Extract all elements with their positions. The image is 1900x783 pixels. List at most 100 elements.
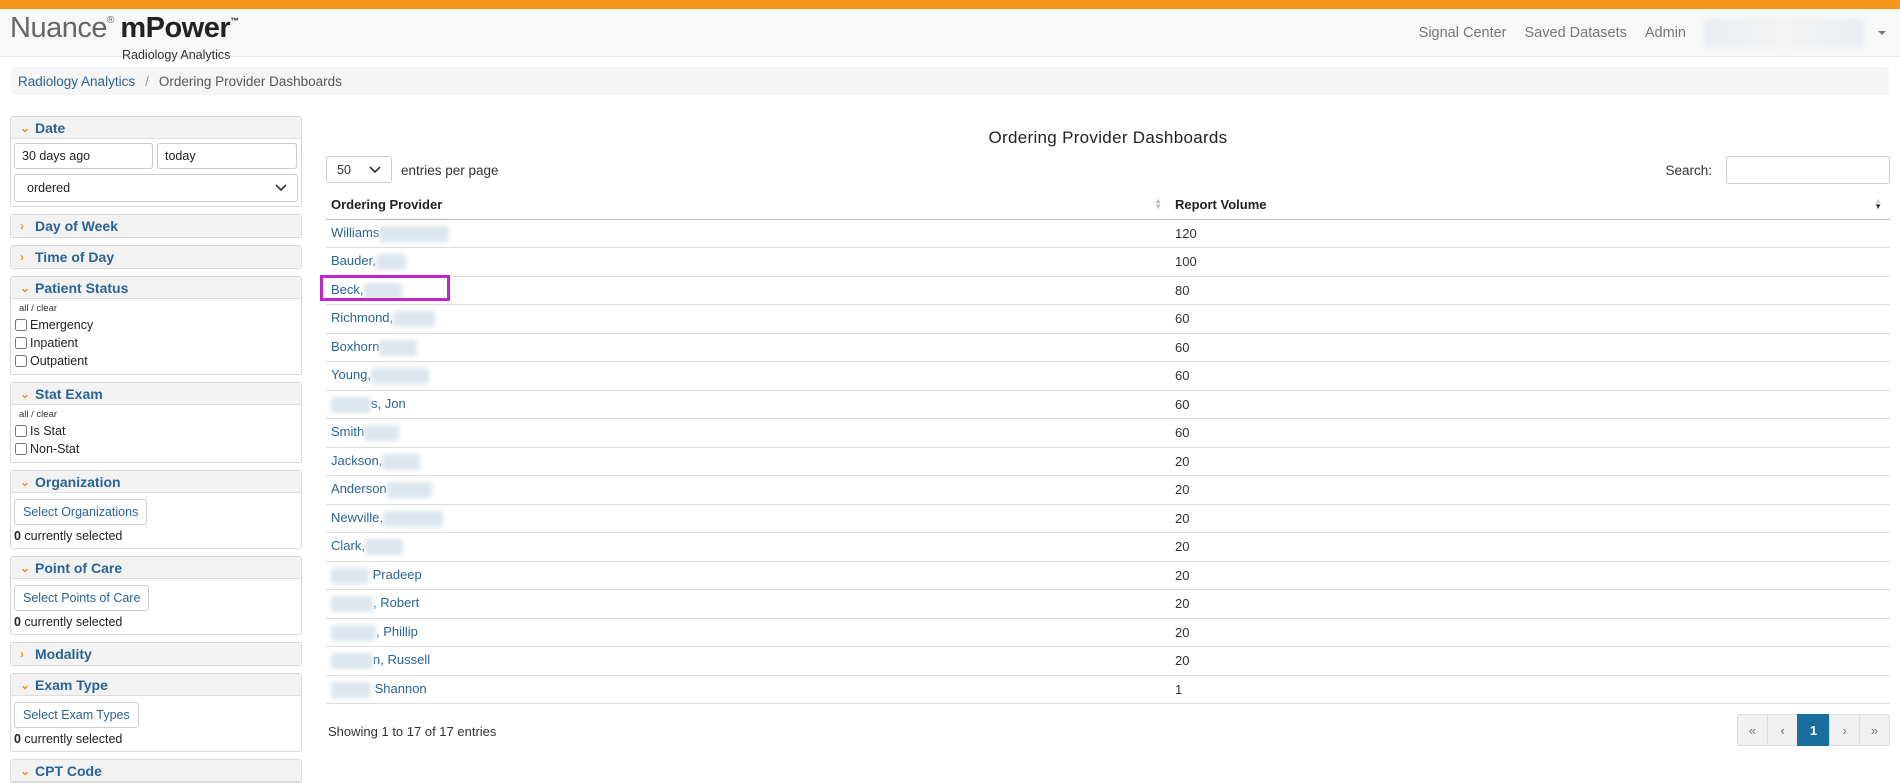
all-clear-links[interactable]: all / clear <box>14 303 298 314</box>
chevron-down-icon: ⌄ <box>20 763 31 778</box>
filter-time-of-day-header[interactable]: › Time of Day <box>11 246 301 268</box>
table-row: Pradeep 20 <box>326 561 1890 590</box>
page-prev-button[interactable]: ‹ <box>1767 714 1798 746</box>
provider-link[interactable]: Williams <box>331 225 450 242</box>
redacted-text <box>379 339 418 356</box>
filter-organization-header[interactable]: ⌄ Organization <box>11 471 301 493</box>
filter-cpt-code: ⌄ CPT Code <box>10 759 302 783</box>
provider-link[interactable]: Clark, <box>331 538 403 556</box>
checkbox[interactable] <box>15 443 27 455</box>
cell-provider: Boxhorn <box>326 333 1170 362</box>
provider-link[interactable]: , Phillip <box>331 623 418 641</box>
provider-link[interactable]: , Robert <box>331 595 419 613</box>
provider-link[interactable]: Smith <box>331 424 400 442</box>
count-label: currently selected <box>20 615 123 629</box>
count-label: currently selected <box>20 732 123 746</box>
filter-modality-header[interactable]: › Modality <box>11 643 301 665</box>
checkbox[interactable] <box>15 355 27 367</box>
brand-product: mPower <box>120 12 231 44</box>
filter-title: Point of Care <box>35 559 123 576</box>
filter-patient-status-header[interactable]: ⌄ Patient Status <box>11 277 301 299</box>
filter-point-of-care: ⌄ Point of Care Select Points of Care 0 c… <box>10 556 302 635</box>
select-points-of-care-button[interactable]: Select Points of Care <box>14 585 150 611</box>
brand-subtitle: Radiology Analytics <box>122 48 231 62</box>
nav-saved-datasets[interactable]: Saved Datasets <box>1525 25 1627 41</box>
filter-time-of-day[interactable]: › Time of Day <box>10 245 302 269</box>
all-clear-links[interactable]: all / clear <box>14 409 298 420</box>
filter-cpt-code-header[interactable]: ⌄ CPT Code <box>11 760 301 782</box>
pagination: « ‹ 1 › » <box>1737 714 1890 746</box>
nav-signal-center[interactable]: Signal Center <box>1419 25 1507 41</box>
page-last-button[interactable]: » <box>1859 714 1890 746</box>
checkbox-outpatient[interactable]: Outpatient <box>14 352 298 370</box>
cell-provider: , Phillip <box>326 618 1170 647</box>
provider-link[interactable]: Beck, <box>320 274 450 301</box>
checkbox-is-stat[interactable]: Is Stat <box>14 422 298 440</box>
checkbox[interactable] <box>15 425 27 437</box>
filter-stat-exam-header[interactable]: ⌄ Stat Exam <box>11 383 301 405</box>
column-header-report-volume[interactable]: Report Volume ▲ ▼ <box>1170 190 1890 220</box>
page-next-button[interactable]: › <box>1829 714 1860 746</box>
provider-link[interactable]: Newville, <box>331 510 444 527</box>
table-row: s, Jon 60 <box>326 390 1890 419</box>
breadcrumb-root[interactable]: Radiology Analytics <box>18 74 135 89</box>
provider-link[interactable]: Anderson <box>331 481 432 499</box>
filter-exam-type-header[interactable]: ⌄ Exam Type <box>11 674 301 696</box>
search-input[interactable] <box>1726 156 1890 184</box>
select-organizations-button[interactable]: Select Organizations <box>14 499 148 525</box>
table-footer: Showing 1 to 17 of 17 entries « ‹ 1 › » <box>326 704 1890 746</box>
provider-link[interactable]: n, Russell <box>331 652 431 670</box>
filter-patient-status: ⌄ Patient Status all / clear Emergency In… <box>10 276 302 375</box>
provider-link[interactable]: Jackson, <box>331 452 421 470</box>
nav-admin[interactable]: Admin <box>1645 25 1686 41</box>
user-menu[interactable] <box>1704 18 1864 48</box>
provider-name: , Phillip <box>376 623 418 639</box>
provider-name: n, Russell <box>373 652 431 668</box>
checkbox[interactable] <box>15 319 27 331</box>
provider-link[interactable]: Richmond, <box>331 310 436 328</box>
filter-modality[interactable]: › Modality <box>10 642 302 666</box>
provider-link[interactable]: Shannon <box>331 680 427 698</box>
provider-link[interactable]: s, Jon <box>331 395 406 413</box>
select-exam-types-button[interactable]: Select Exam Types <box>14 702 139 728</box>
date-to-input[interactable] <box>157 143 297 169</box>
provider-link[interactable]: Pradeep <box>331 567 422 584</box>
filter-day-of-week[interactable]: › Day of Week <box>10 214 302 238</box>
provider-name: Shannon <box>371 680 427 696</box>
cell-report-volume: 20 <box>1170 589 1890 619</box>
filter-point-of-care-header[interactable]: ⌄ Point of Care <box>11 557 301 579</box>
page-first-button[interactable]: « <box>1737 714 1768 746</box>
redacted-text <box>364 425 400 442</box>
cell-report-volume: 60 <box>1170 418 1890 448</box>
date-from-input[interactable] <box>14 143 153 169</box>
redacted-text <box>331 567 369 584</box>
provider-link[interactable]: Young, <box>331 367 430 385</box>
provider-name: s, Jon <box>371 395 406 411</box>
date-mode-select[interactable]: ordered <box>14 174 298 202</box>
redacted-text <box>375 254 406 271</box>
redacted-text <box>331 596 373 613</box>
filter-date-header[interactable]: ⌄ Date <box>11 117 301 139</box>
checkbox[interactable] <box>15 337 27 349</box>
redacted-text <box>371 368 430 385</box>
filter-title: Modality <box>35 646 92 662</box>
filter-day-of-week-header[interactable]: › Day of Week <box>11 215 301 237</box>
checkbox-emergency[interactable]: Emergency <box>14 316 298 334</box>
user-menu-caret-icon[interactable] <box>1878 31 1886 35</box>
cell-provider: Clark, <box>326 532 1170 562</box>
cell-provider: Anderson <box>326 475 1170 505</box>
column-header-ordering-provider[interactable]: Ordering Provider ▲ ▼ <box>326 190 1170 220</box>
provider-name: Jackson, <box>331 452 383 468</box>
checkbox-non-stat[interactable]: Non-Stat <box>14 440 298 458</box>
checkbox-inpatient[interactable]: Inpatient <box>14 334 298 352</box>
brand-logo[interactable]: Nuance® mPower™ Radiology Analytics <box>10 12 239 62</box>
filter-title: CPT Code <box>35 762 102 779</box>
provider-link[interactable]: Bauder, <box>331 253 406 271</box>
provider-link[interactable]: Boxhorn <box>331 339 418 356</box>
cell-report-volume: 60 <box>1170 390 1890 419</box>
nav-links: Signal Center Saved Datasets Admin <box>1419 9 1900 57</box>
page-length-select[interactable]: 50 <box>326 156 392 183</box>
table-row: Bauder, 100 <box>326 247 1890 277</box>
table-row: Beck, 80 <box>320 274 1890 305</box>
page-1-button[interactable]: 1 <box>1797 714 1830 746</box>
